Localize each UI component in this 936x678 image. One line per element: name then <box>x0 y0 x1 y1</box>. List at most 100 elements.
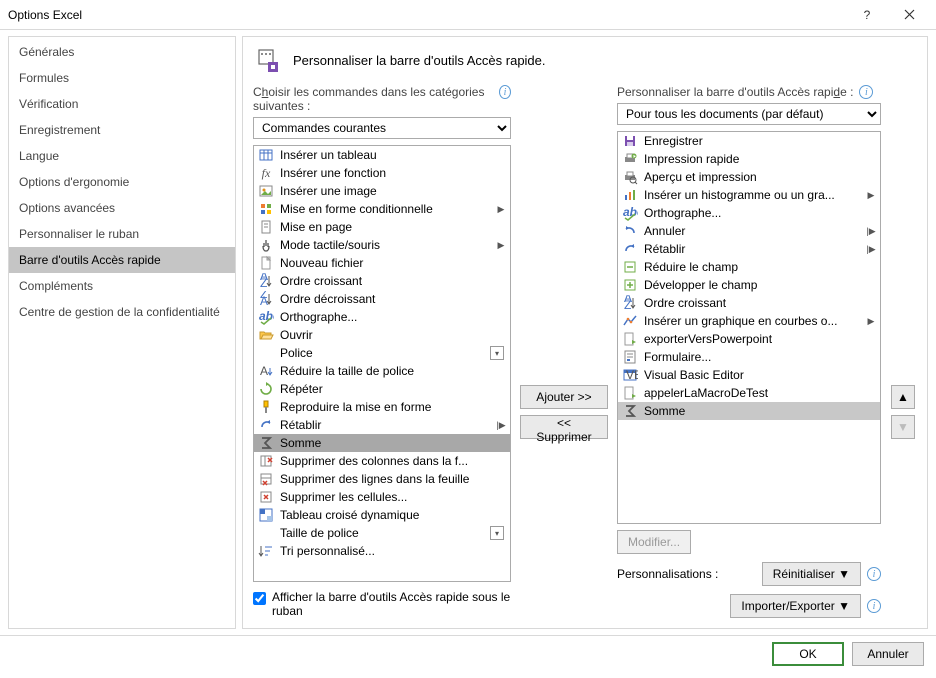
spell-icon: abc <box>622 205 638 221</box>
sidebar-item[interactable]: Enregistrement <box>9 117 235 143</box>
sort-desc-icon: ZA <box>258 291 274 307</box>
list-item-label: Tableau croisé dynamique <box>280 508 506 522</box>
list-item[interactable]: abc Orthographe... <box>618 204 880 222</box>
list-item-label: Orthographe... <box>644 206 876 220</box>
list-item[interactable]: Rétablir|▶ <box>254 416 510 434</box>
list-item-label: Réduire le champ <box>644 260 876 274</box>
info-icon[interactable]: i <box>499 85 511 99</box>
list-item[interactable]: Somme <box>254 434 510 452</box>
sidebar-item[interactable]: Compléments <box>9 273 235 299</box>
list-item-label: Rétablir <box>280 418 490 432</box>
sidebar-item[interactable]: Personnaliser le ruban <box>9 221 235 247</box>
list-item[interactable]: Développer le champ <box>618 276 880 294</box>
list-item-label: Somme <box>644 404 876 418</box>
split-arrow-icon: |▶ <box>866 244 876 255</box>
list-item[interactable]: Insérer un graphique en courbes o...▶ <box>618 312 880 330</box>
list-item[interactable]: Supprimer des colonnes dans la f... <box>254 452 510 470</box>
list-item-label: Aperçu et impression <box>644 170 876 184</box>
macro-icon <box>622 385 638 401</box>
info-icon[interactable]: i <box>859 85 873 99</box>
list-item[interactable]: Ouvrir <box>254 326 510 344</box>
help-button[interactable]: ? <box>846 1 888 29</box>
macro-icon <box>622 331 638 347</box>
sidebar-item[interactable]: Langue <box>9 143 235 169</box>
list-item[interactable]: Réduire le champ <box>618 258 880 276</box>
sidebar-item[interactable]: Formules <box>9 65 235 91</box>
list-item-label: Supprimer des lignes dans la feuille <box>280 472 506 486</box>
list-item[interactable]: Taille de police▾ <box>254 524 510 542</box>
list-item-label: exporterVersPowerpoint <box>644 332 876 346</box>
show-below-ribbon-checkbox[interactable] <box>253 592 266 605</box>
qat-icon <box>253 45 283 75</box>
list-item[interactable]: Aperçu et impression <box>618 168 880 186</box>
list-item[interactable]: Somme <box>618 402 880 420</box>
list-item[interactable]: Supprimer les cellules... <box>254 488 510 506</box>
list-item[interactable]: Police▾ <box>254 344 510 362</box>
customizations-label: Personnalisations : <box>617 567 718 581</box>
list-item[interactable]: AZOrdre croissant <box>618 294 880 312</box>
list-item[interactable]: Rétablir|▶ <box>618 240 880 258</box>
list-item[interactable]: Supprimer des lignes dans la feuille <box>254 470 510 488</box>
customize-qat-label: Personnaliser la barre d'outils Accès ra… <box>617 85 853 99</box>
list-item[interactable]: Insérer un tableau <box>254 146 510 164</box>
list-item-label: Ouvrir <box>280 328 506 342</box>
list-item-label: Supprimer des colonnes dans la f... <box>280 454 506 468</box>
choose-commands-label: Choisir les commandes dans les catégorie… <box>253 85 493 113</box>
list-item[interactable]: Insérer un histogramme ou un gra...▶ <box>618 186 880 204</box>
line-chart-icon <box>622 313 638 329</box>
modify-button[interactable]: Modifier... <box>617 530 691 554</box>
sidebar-item[interactable]: Générales <box>9 39 235 65</box>
list-item[interactable]: Formulaire... <box>618 348 880 366</box>
remove-button[interactable]: << Supprimer <box>520 415 608 439</box>
add-button[interactable]: Ajouter >> <box>520 385 608 409</box>
qat-items-list[interactable]: Enregistrer Impression rapide Aperçu et im… <box>617 131 881 524</box>
import-export-button[interactable]: Importer/Exporter ▼ <box>730 594 861 618</box>
list-item[interactable]: Nouveau fichier <box>254 254 510 272</box>
new-icon <box>258 255 274 271</box>
list-item[interactable]: VB Visual Basic Editor <box>618 366 880 384</box>
list-item-label: Mise en page <box>280 220 506 234</box>
info-icon[interactable]: i <box>867 599 881 613</box>
move-up-button[interactable]: ▲ <box>891 385 915 409</box>
available-commands-list[interactable]: Insérer un tableaufxInsérer une fonction… <box>253 145 511 582</box>
list-item[interactable]: ARéduire la taille de police <box>254 362 510 380</box>
dropdown-indicator-icon: ▾ <box>490 526 504 540</box>
list-item[interactable]: appelerLaMacroDeTest <box>618 384 880 402</box>
info-icon[interactable]: i <box>867 567 881 581</box>
qat-scope-select[interactable]: Pour tous les documents (par défaut) <box>617 103 881 125</box>
list-item[interactable]: Impression rapide <box>618 150 880 168</box>
list-item-label: Impression rapide <box>644 152 876 166</box>
commands-category-select[interactable]: Commandes courantes <box>253 117 511 139</box>
sidebar-item[interactable]: Centre de gestion de la confidentialité <box>9 299 235 325</box>
close-button[interactable] <box>888 1 930 29</box>
list-item[interactable]: Tri personnalisé... <box>254 542 510 560</box>
list-item[interactable]: ZAOrdre décroissant <box>254 290 510 308</box>
list-item[interactable]: Insérer une image <box>254 182 510 200</box>
list-item[interactable]: Mode tactile/souris▶ <box>254 236 510 254</box>
list-item[interactable]: Enregistrer <box>618 132 880 150</box>
cancel-button[interactable]: Annuler <box>852 642 924 666</box>
reset-button[interactable]: Réinitialiser ▼ <box>762 562 861 586</box>
sidebar-item[interactable]: Options avancées <box>9 195 235 221</box>
list-item[interactable]: Répéter <box>254 380 510 398</box>
list-item[interactable]: Reproduire la mise en forme <box>254 398 510 416</box>
list-item[interactable]: AZOrdre croissant <box>254 272 510 290</box>
svg-text:Z: Z <box>260 276 267 289</box>
sidebar-item[interactable]: Barre d'outils Accès rapide <box>9 247 235 273</box>
list-item[interactable]: Mise en forme conditionnelle▶ <box>254 200 510 218</box>
ok-button[interactable]: OK <box>772 642 844 666</box>
list-item[interactable]: Tableau croisé dynamique <box>254 506 510 524</box>
list-item[interactable]: fxInsérer une fonction <box>254 164 510 182</box>
window-title: Options Excel <box>8 8 846 22</box>
vbe-icon: VB <box>622 367 638 383</box>
list-item[interactable]: Annuler|▶ <box>618 222 880 240</box>
list-item[interactable]: abcOrthographe... <box>254 308 510 326</box>
brush-icon <box>258 399 274 415</box>
list-item[interactable]: Mise en page <box>254 218 510 236</box>
sidebar-item[interactable]: Vérification <box>9 91 235 117</box>
move-down-button[interactable]: ▼ <box>891 415 915 439</box>
list-item[interactable]: exporterVersPowerpoint <box>618 330 880 348</box>
sidebar-item[interactable]: Options d'ergonomie <box>9 169 235 195</box>
list-item-label: Visual Basic Editor <box>644 368 876 382</box>
panel-header: Personnaliser la barre d'outils Accès ra… <box>293 53 546 68</box>
